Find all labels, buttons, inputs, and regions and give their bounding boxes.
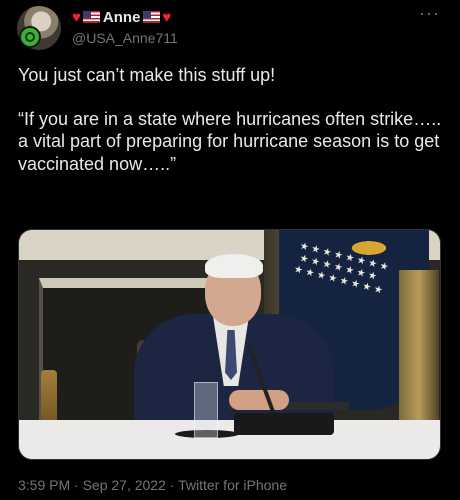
more-horizontal-icon[interactable]: ··· bbox=[419, 4, 440, 22]
heart-icon: ♥ bbox=[72, 8, 81, 26]
author-name-row[interactable]: ♥ Anne ♥ bbox=[72, 8, 171, 26]
avatar[interactable] bbox=[17, 6, 61, 50]
us-flag-icon bbox=[82, 11, 100, 23]
media-person-hands bbox=[229, 390, 289, 410]
heart-icon: ♥ bbox=[162, 8, 172, 26]
media-microphone-base bbox=[234, 413, 334, 435]
author-display-name[interactable]: Anne bbox=[103, 9, 141, 26]
media-eagle-emblem bbox=[339, 236, 399, 260]
tweet-card: ♥ Anne ♥ @USA_Anne711 ··· You just can’t… bbox=[0, 0, 460, 500]
author-handle[interactable]: @USA_Anne711 bbox=[72, 30, 178, 46]
media-water-glass bbox=[194, 382, 218, 438]
us-flag-icon bbox=[143, 11, 161, 23]
tweet-text-line: You just can’t make this stuff up! bbox=[18, 65, 276, 85]
tweet-media-video[interactable]: ★ ★ ★ ★ ★ ★ ★ ★ ★ ★ ★ ★ ★ ★ ★ ★ ★ ★ ★ ★ ★… bbox=[18, 229, 441, 460]
avatar-badge-icon bbox=[19, 26, 41, 48]
tweet-timestamp[interactable]: 3:59 PM · Sep 27, 2022 · Twitter for iPh… bbox=[18, 477, 287, 493]
media-person-hair bbox=[205, 254, 263, 278]
tweet-text: You just can’t make this stuff up! “If y… bbox=[18, 64, 443, 175]
tweet-quote: “If you are in a state where hurricanes … bbox=[18, 108, 442, 174]
media-table bbox=[19, 420, 440, 459]
